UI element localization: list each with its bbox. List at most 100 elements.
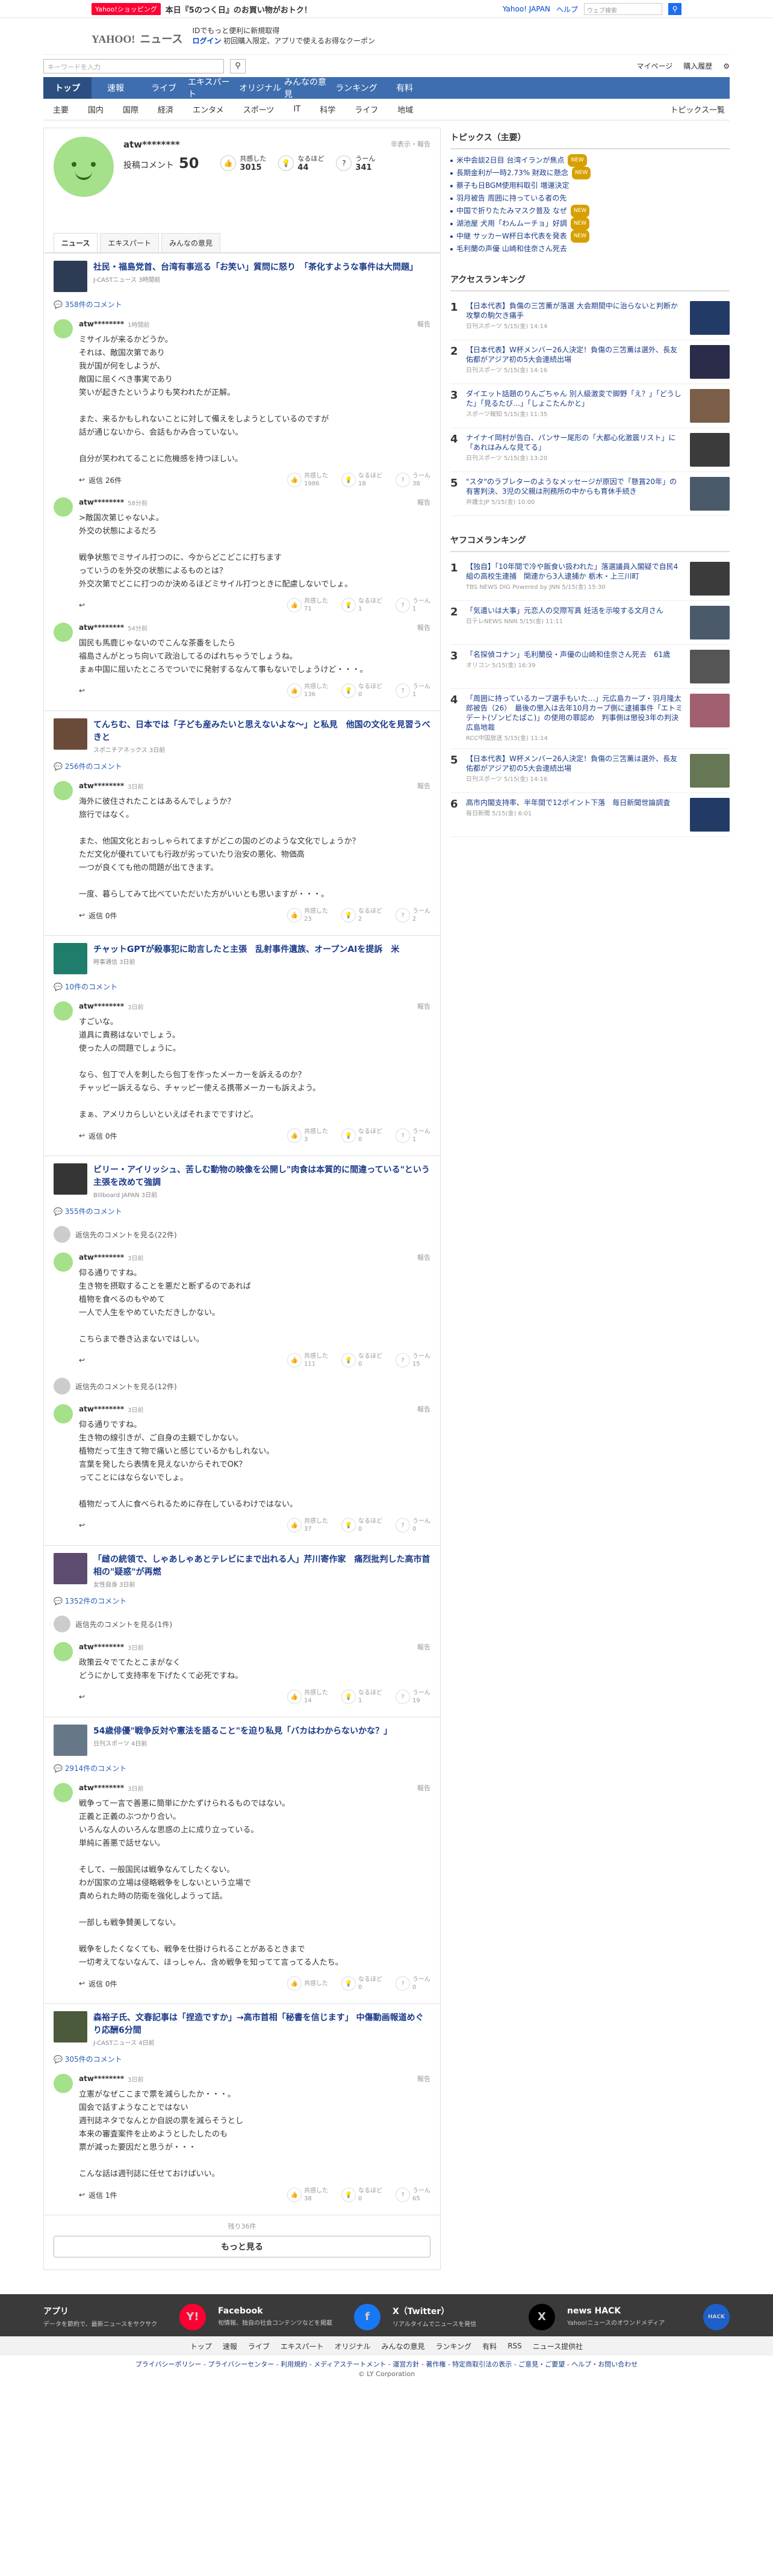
article-thumbnail[interactable] <box>54 1553 87 1584</box>
article-thumbnail[interactable] <box>54 1725 87 1756</box>
footer-nav-item[interactable]: ライブ <box>248 2341 270 2351</box>
ranking-item[interactable]: 2 【日本代表】W杯メンバー26人決定！負傷の三笘薫は選外、長友佑都がアジア初の5… <box>450 340 730 384</box>
report-link[interactable]: 報告 <box>417 781 430 791</box>
purchase-history-link[interactable]: 購入履歴 <box>683 61 712 71</box>
reaction-2[interactable]: ? うーん 38 <box>396 472 430 488</box>
article-title[interactable]: 54歳俳優"戦争反対や憲法を語ること"を迫り私見「バカはわからないかな？」 <box>93 1726 392 1736</box>
footer-nav-item[interactable]: エキスパート <box>281 2341 324 2351</box>
reaction-1[interactable]: 💡 なるほど 0 <box>341 1128 382 1143</box>
ranking-item[interactable]: 5 【日本代表】W杯メンバー26人決定！負傷の三笘薫は選外、長友佑都がアジア初の5… <box>450 749 730 793</box>
subnav-sports[interactable]: スポーツ <box>234 104 284 115</box>
comment-user[interactable]: atw******** <box>79 623 124 632</box>
footer-nav-item[interactable]: トップ <box>190 2341 212 2351</box>
reaction-2[interactable]: ? うーん 1 <box>396 683 430 698</box>
search-icon[interactable]: ⚲ <box>230 58 246 73</box>
footer-links[interactable]: プライバシーポリシー - プライバシーセンター - 利用規約 - メディアステー… <box>0 2356 773 2370</box>
ranking-title[interactable]: 【日本代表】W杯メンバー26人決定！負傷の三笘薫は選外、長友佑都がアジア初の5大… <box>466 345 684 364</box>
ranking-title[interactable]: ダイエット話題のりんごちゃん 別人級激変で脚野「え？」「どうした」「見るたび…」… <box>466 389 684 408</box>
thumbs-up-icon[interactable]: 👍 <box>287 1518 302 1532</box>
ranking-thumbnail[interactable] <box>690 389 730 423</box>
ranking-item[interactable]: 3 ダイエット話題のりんごちゃん 別人級激変で脚野「え？」「どうした」「見るたび…… <box>450 384 730 428</box>
nav-ranking[interactable]: ランキング <box>332 77 380 99</box>
article-title[interactable]: 森裕子氏、文春記事は「捏造ですか」→高市首相「秘書を信じます」 中傷動画報道めぐ… <box>93 2013 424 2035</box>
comment-user[interactable]: atw******** <box>79 320 124 328</box>
ranking-thumbnail[interactable] <box>690 562 730 596</box>
shopping-promo[interactable]: 本日『5のつく日』のお買い物がおトク！ <box>166 4 312 15</box>
ranking-thumbnail[interactable] <box>690 694 730 727</box>
article-title[interactable]: 「雌の統領で、しゃあしゃあとテレビにまで出れる人」芹川寄作家 痛烈批判した高市首… <box>93 1555 430 1577</box>
lightbulb-icon[interactable]: 💡 <box>341 1690 356 1704</box>
comment-count-link[interactable]: 💬 2914件のコメント <box>54 1763 430 1773</box>
thumbs-up-icon[interactable]: 👍 <box>287 598 302 612</box>
reaction-2[interactable]: ? うーん 65 <box>396 2187 430 2203</box>
ranking-thumbnail[interactable] <box>690 433 730 467</box>
nav-top[interactable]: トップ <box>43 77 92 99</box>
reaction-1[interactable]: 💡 なるほど 0 <box>341 683 382 698</box>
article-title[interactable]: ビリー・アイリッシュ、苦しむ動物の映像を公開し"肉食は本質的に間違っている"とい… <box>93 1165 430 1187</box>
lightbulb-icon[interactable]: 💡 <box>341 1518 356 1532</box>
subnav-local[interactable]: 地域 <box>388 104 423 115</box>
id-promo[interactable]: IDでもっと便利に新規取得 <box>192 26 375 36</box>
reaction-0[interactable]: 👍 共感した 14 <box>287 1689 328 1705</box>
comment-user[interactable]: atw******** <box>79 1784 124 1792</box>
lightbulb-icon[interactable]: 💡 <box>341 1128 356 1143</box>
topic-title[interactable]: 中国で折りたたみマスク普及 なぜ <box>456 205 567 217</box>
comment-user[interactable]: atw******** <box>79 498 124 506</box>
tab-news[interactable]: ニュース <box>54 233 98 252</box>
yahoo-app-icon[interactable]: Y! <box>179 2304 206 2330</box>
thinking-icon[interactable]: ? <box>396 598 410 612</box>
lightbulb-icon[interactable]: 💡 <box>341 2188 356 2202</box>
reaction-0[interactable]: 👍 共感した 3 <box>287 1128 328 1143</box>
mypage-link[interactable]: マイページ <box>636 61 672 71</box>
reply-button[interactable]: ↩ <box>79 601 88 609</box>
reaction-1[interactable]: 💡 なるほど 1 <box>341 597 382 613</box>
topic-item[interactable]: 湖池屋 犬用「わんムーチョ」好調 NEW <box>450 217 730 230</box>
reaction-0[interactable]: 👍 共感した 37 <box>287 1517 328 1533</box>
subnav-domestic[interactable]: 国内 <box>78 104 113 115</box>
reaction-0[interactable]: 👍 共感した 111 <box>287 1352 328 1368</box>
thumbs-up-icon[interactable]: 👍 <box>287 2188 302 2202</box>
report-link[interactable]: 報告 <box>417 1252 430 1262</box>
topic-item[interactable]: 毛利蘭の声優 山崎和佳奈さん死去 <box>450 243 730 255</box>
ranking-title[interactable]: 【日本代表】負傷の三笘薫が落選 大会期間中に治らないと判断か 攻撃の駒欠き痛手 <box>466 301 684 320</box>
topic-item[interactable]: 中継 サッカーW杯日本代表を発表 NEW <box>450 230 730 243</box>
reaction-0[interactable]: 👍 共感した <box>287 1976 328 1991</box>
nav-original[interactable]: オリジナル <box>236 77 284 99</box>
ranking-item[interactable]: 3 「名探偵コナン」毛利蘭役・声優の山崎和佳奈さん死去 61歳 オリコン 5/15(… <box>450 645 730 689</box>
topic-item[interactable]: 蔡子も日BGM使用料取引 増運決定 <box>450 179 730 192</box>
reply-button[interactable]: ↩ <box>79 686 88 695</box>
comment-count-link[interactable]: 💬 1352件のコメント <box>54 1596 430 1606</box>
reply-button[interactable]: ↩ 返信 0件 <box>79 1979 117 1989</box>
comment-count-link[interactable]: 💬 358件のコメント <box>54 299 430 310</box>
comment-user[interactable]: atw******** <box>79 782 124 790</box>
footer-facebook[interactable]: Facebook 旬情報、独自の社会コンテンツなどを掲載 f <box>218 2304 380 2330</box>
ranking-title[interactable]: 「周囲に持っているカーブ選手もいた…」元広島カープ・羽月隆太郎被告（26） 最後… <box>466 694 686 732</box>
ranking-title[interactable]: 高市内閣支持率、半年間で12ポイント下落 毎日新聞世論調査 <box>466 798 684 807</box>
reply-button[interactable]: ↩ 返信 1件 <box>79 2190 117 2200</box>
topic-title[interactable]: 毛利蘭の声優 山崎和佳奈さん死去 <box>456 243 567 255</box>
footer-nav-item[interactable]: ランキング <box>436 2341 472 2351</box>
reaction-1[interactable]: 💡 なるほど 18 <box>341 472 382 488</box>
thinking-icon[interactable]: ? <box>396 908 410 922</box>
topics-list-link[interactable]: トピックス一覧 <box>670 104 730 115</box>
thinking-icon[interactable]: ? <box>396 1690 410 1704</box>
report-link[interactable]: 報告 <box>417 1642 430 1652</box>
topic-item[interactable]: 中国で折りたたみマスク普及 なぜ NEW <box>450 205 730 217</box>
reply-button[interactable]: ↩ 返信 0件 <box>79 1131 117 1141</box>
coupon-promo[interactable]: 初回購入限定、アプリで使えるお得なクーポン <box>223 37 375 45</box>
yahoo-japan-link[interactable]: Yahoo! JAPAN <box>503 5 550 13</box>
more-replies[interactable]: 返信先のコメントを見る(22件) <box>54 1221 430 1248</box>
thumbs-up-icon[interactable]: 👍 <box>287 1353 302 1367</box>
subnav-it[interactable]: IT <box>284 105 310 114</box>
ranking-thumbnail[interactable] <box>690 754 730 788</box>
ranking-thumbnail[interactable] <box>690 798 730 832</box>
topic-title[interactable]: 蔡子も日BGM使用料取引 増運決定 <box>456 179 570 192</box>
x-icon[interactable]: X <box>529 2304 555 2330</box>
nav-breaking[interactable]: 速報 <box>92 77 140 99</box>
footer-app[interactable]: アプリ データを節約で、最新ニュースをサクサク Y! <box>43 2304 206 2330</box>
reaction-0[interactable]: 👍 共感した 71 <box>287 597 328 613</box>
more-replies-text[interactable]: 返信先のコメントを見る(1件) <box>75 1619 172 1629</box>
thinking-icon[interactable]: ? <box>396 683 410 698</box>
search-icon[interactable]: ⚲ <box>668 3 681 15</box>
lightbulb-icon[interactable]: 💡 <box>341 908 356 922</box>
